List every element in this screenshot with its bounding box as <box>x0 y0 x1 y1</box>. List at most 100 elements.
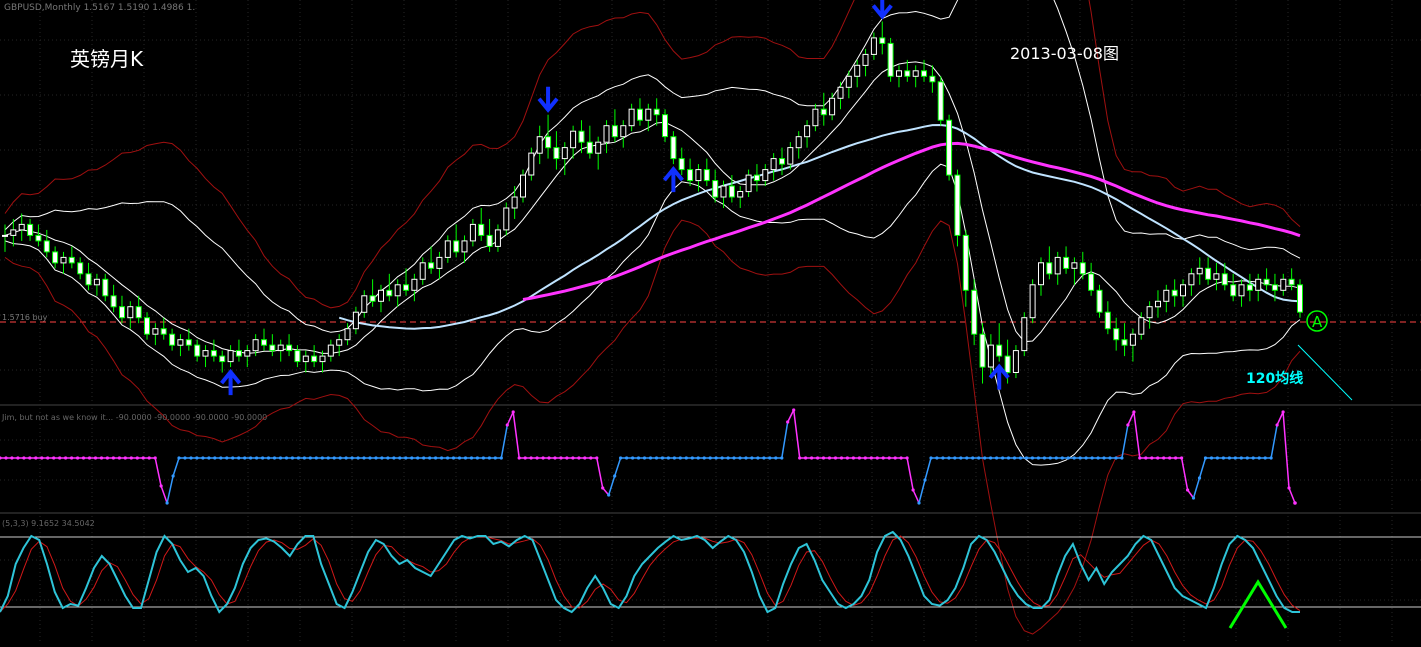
indicator-dot <box>481 456 485 460</box>
indicator-dot <box>1203 456 1208 460</box>
indicator-dot <box>1251 456 1255 460</box>
candle-body <box>695 169 702 182</box>
candle-body <box>787 147 794 165</box>
indicator-dot <box>1257 456 1261 460</box>
indicator-dot <box>111 456 115 460</box>
indicator-dot <box>810 456 814 460</box>
indicator-dot <box>410 456 414 460</box>
arrow-up-marker <box>220 368 242 396</box>
candle-body <box>1113 328 1120 341</box>
indicator-dot <box>565 456 569 460</box>
indicator-dot <box>171 474 175 478</box>
candle-body <box>770 158 777 171</box>
candle-body <box>862 53 869 66</box>
candle-body <box>620 125 627 138</box>
arrow-up-marker <box>662 165 684 193</box>
candle-body <box>127 306 134 319</box>
indicator-dot <box>768 456 772 460</box>
indicator-dot <box>935 456 939 460</box>
candle-body <box>561 147 568 160</box>
indicator-dot <box>505 423 509 427</box>
indicator-dot <box>99 456 104 460</box>
indicator-dot <box>34 456 38 460</box>
indicator-dot <box>1227 456 1231 460</box>
candle-body <box>545 136 552 149</box>
candle-body <box>1288 278 1295 286</box>
candle-body <box>795 136 802 149</box>
indicator-dot <box>356 456 360 460</box>
indicator-segment <box>781 421 789 459</box>
indicator-segment <box>160 485 168 504</box>
indicator-dot <box>1197 476 1202 480</box>
indicator-dot <box>22 456 26 460</box>
indicator-dot <box>493 456 497 460</box>
candle-body <box>812 108 819 127</box>
indicator-dot <box>869 456 873 460</box>
indicator-dot <box>219 456 223 460</box>
candle-body <box>1205 267 1212 280</box>
indicator-dot <box>613 474 617 478</box>
candle-body <box>27 223 34 236</box>
candle-body <box>277 344 284 352</box>
candle-body <box>252 339 259 352</box>
candle-body <box>1012 350 1019 374</box>
candle-body <box>595 141 602 154</box>
indicator-dot <box>469 456 474 460</box>
indicator-dot <box>619 456 623 460</box>
candle-body <box>378 289 384 302</box>
candle-body <box>578 130 585 143</box>
indicator-dot <box>678 456 682 460</box>
candle-body <box>804 125 811 138</box>
indicator-dot <box>266 456 271 460</box>
candle-body <box>896 70 902 77</box>
candle-body <box>235 350 242 357</box>
indicator-dot <box>523 456 527 460</box>
candle-body <box>837 86 844 99</box>
indicator-dot <box>833 456 838 460</box>
candle-body <box>570 130 577 149</box>
candle-body <box>511 196 518 209</box>
indicator-dot <box>1108 456 1112 460</box>
indicator-dot <box>827 456 832 460</box>
candle-body <box>2 234 8 237</box>
indicator-dot <box>798 456 802 460</box>
indicator-dot <box>58 456 62 460</box>
indicator-dot <box>577 456 581 460</box>
indicator-dot <box>302 456 306 460</box>
indicator-dot <box>541 456 545 460</box>
indicator-dot <box>135 456 139 460</box>
indicator-dot <box>553 456 557 460</box>
indicator-dot <box>1162 456 1166 460</box>
candle-body <box>344 328 351 341</box>
indicator-dot <box>1060 456 1064 460</box>
annotation-line <box>1297 344 1353 401</box>
candle-body <box>1230 284 1237 297</box>
indicator-dot <box>338 456 342 460</box>
candle-body <box>845 75 852 88</box>
candle-body <box>979 333 986 368</box>
indicator-dot <box>434 456 438 460</box>
candle-body <box>887 42 894 77</box>
indicator-dot <box>1012 456 1017 460</box>
indicator-dot <box>1215 456 1219 460</box>
candle-body <box>628 108 635 127</box>
indicator-dot <box>207 456 211 460</box>
indicator-dot <box>631 456 635 460</box>
candle-body <box>269 344 276 352</box>
indicator-dot <box>272 456 277 460</box>
indicator-dot <box>0 456 2 460</box>
candle-body <box>453 240 460 253</box>
candle-body <box>987 344 994 368</box>
candle-body <box>912 70 919 77</box>
indicator-dot <box>52 456 56 460</box>
indicator-dot <box>183 456 187 460</box>
candle-body <box>662 114 668 138</box>
indicator-dot <box>816 456 820 460</box>
marker-a-letter: A <box>1312 313 1323 331</box>
indicator-dot <box>905 456 909 460</box>
candle-body <box>854 64 861 77</box>
candle-body <box>520 174 526 198</box>
stoch-signal-line <box>0 535 1301 613</box>
ma-120-line <box>522 141 1301 301</box>
indicator-dot <box>529 456 533 460</box>
